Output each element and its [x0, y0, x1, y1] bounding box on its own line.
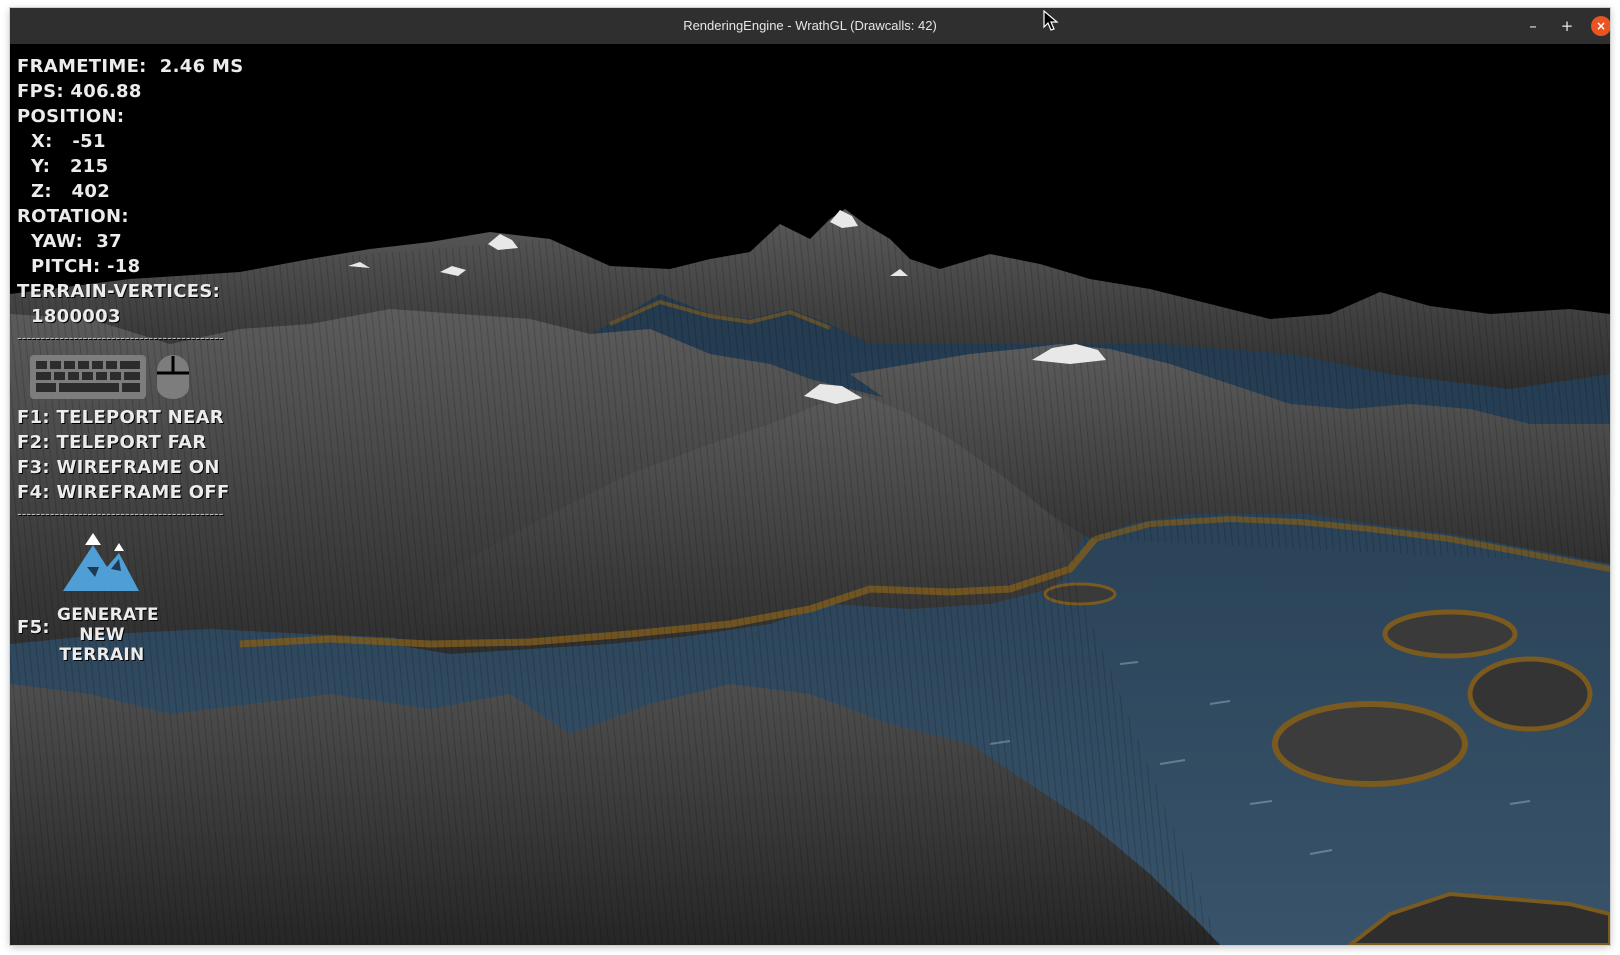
generate-line-3: TERRAIN — [59, 645, 145, 665]
mountain-icon — [63, 533, 139, 591]
island — [1272, 701, 1468, 787]
island — [1467, 656, 1593, 732]
separator: ----------------------------------------… — [17, 507, 224, 522]
mouse-icon — [157, 355, 189, 399]
terrain-scene — [10, 44, 1610, 945]
terrain-vertices-label: TERRAIN-VERTICES: — [17, 281, 221, 302]
render-viewport[interactable]: FRAMETIME: 2.46 MS FPS: 406.88 POSITION:… — [10, 44, 1610, 945]
separator: ----------------------------------------… — [17, 331, 224, 346]
key-hint-f4: F4: WIREFRAME OFF — [17, 482, 230, 503]
key-hint-f2: F2: TELEPORT FAR — [17, 432, 207, 453]
island — [1382, 609, 1518, 659]
hud-overlay: FRAMETIME: 2.46 MS FPS: 406.88 POSITION:… — [17, 54, 247, 675]
maximize-button[interactable]: + — [1557, 16, 1577, 36]
title-bar[interactable]: RenderingEngine - WrathGL (Drawcalls: 42… — [10, 8, 1610, 44]
input-icons-graphic — [30, 355, 189, 399]
frametime-readout: FRAMETIME: 2.46 MS — [17, 56, 244, 77]
fps-readout: FPS: 406.88 — [17, 81, 142, 102]
rotation-pitch: PITCH: -18 — [31, 256, 141, 277]
key-hint-f3: F3: WIREFRAME ON — [17, 457, 220, 478]
position-z: Z: 402 — [31, 181, 111, 202]
generate-terrain-panel: F5: GENERATE NEW TERRAIN — [17, 525, 247, 675]
generate-line-2: NEW — [79, 625, 125, 645]
key-hint-f1: F1: TELEPORT NEAR — [17, 407, 224, 428]
position-y: Y: 215 — [31, 156, 109, 177]
generate-terrain-text: GENERATE NEW TERRAIN — [57, 605, 159, 665]
position-label: POSITION: — [17, 106, 125, 127]
mouse-cursor-icon — [1043, 10, 1059, 31]
window-title: RenderingEngine - WrathGL (Drawcalls: 42… — [683, 18, 937, 33]
generate-line-1: GENERATE — [57, 605, 159, 625]
input-icons — [17, 349, 247, 405]
app-window: RenderingEngine - WrathGL (Drawcalls: 42… — [10, 8, 1610, 945]
generate-key-label: F5: — [17, 617, 50, 638]
rotation-label: ROTATION: — [17, 206, 129, 227]
position-x: X: -51 — [31, 131, 106, 152]
close-button[interactable]: × — [1591, 16, 1610, 36]
minimize-button[interactable]: – — [1523, 16, 1543, 36]
keyboard-icon — [30, 355, 146, 399]
rotation-yaw: YAW: 37 — [31, 231, 122, 252]
terrain-vertices-count: 1800003 — [31, 306, 121, 327]
